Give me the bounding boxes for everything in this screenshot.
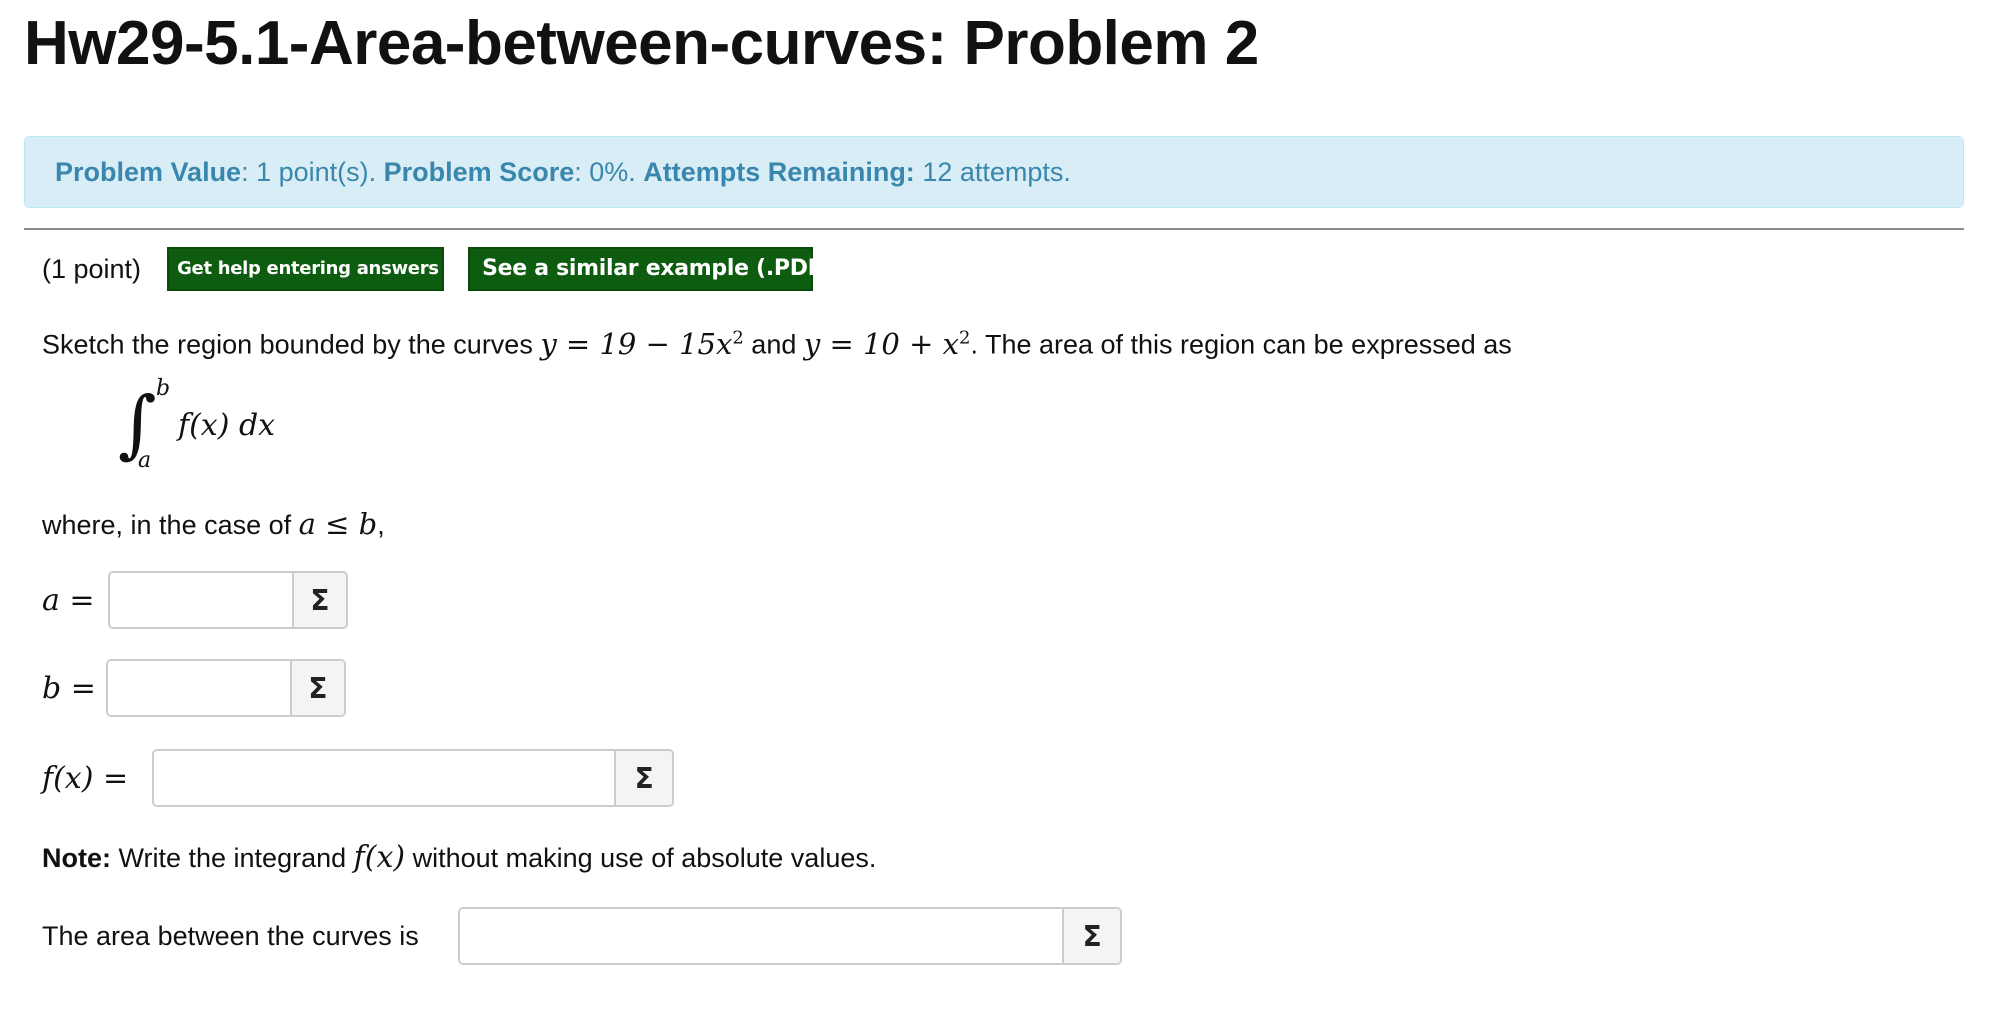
area-input[interactable] [460,909,1063,963]
page-title: Hw29-5.1-Area-between-curves: Problem 2 [24,9,1259,78]
note-line: Note: Write the integrand f(x) without m… [42,838,876,878]
point-value: (1 point) [42,253,142,284]
curve2-exponent: 2 [958,327,971,348]
where-line: where, in the case of a ≤ b, [42,504,385,545]
b-input[interactable] [108,661,290,715]
curve1-math: y = 19 − 15x2 [540,327,743,361]
similar-example-button[interactable]: See a similar example (.PDF) [468,247,832,291]
integral-expression: ∫ b a f(x) dx [118,376,318,480]
curve2-math: y = 10 + x2 [804,327,971,361]
integral-upper-limit: b [156,376,171,401]
note-text-pre: Write the integrand [111,843,354,873]
problem-value-label: Problem Value [55,157,242,187]
statement-and: and [743,329,804,360]
field-area-row: The area between the curves is Σ [42,906,1122,966]
statement-suffix: . The area of this region can be express… [970,329,1512,360]
where-comma: , [377,510,385,540]
field-b-row: b = Σ [42,658,346,718]
field-f-row: f(x) = Σ [42,748,674,808]
field-area-label: The area between the curves is [42,920,419,951]
problem-info-box: Problem Value: 1 point(s). Problem Score… [24,136,1964,208]
problem-value-text: : 1 point(s). [241,157,377,187]
field-a-answer: Σ [108,571,348,629]
sigma-icon[interactable]: Σ [1062,909,1120,963]
curve1-text: y = 19 − 15x [540,326,733,361]
statement-prefix: Sketch the region bounded by the curves [42,329,541,360]
integrand: f(x) dx [178,408,276,443]
help-entering-answers-button[interactable]: Get help entering answers [167,247,445,291]
field-a-row: a = Σ [42,570,348,630]
where-math: a ≤ b [298,507,378,541]
field-f-label: f(x) = [42,760,129,796]
field-area-answer: Σ [458,907,1122,965]
where-text: where, in the case of [42,510,299,540]
sigma-icon[interactable]: Σ [292,573,346,627]
attempts-remaining-label: Attempts Remaining: [643,157,915,187]
problem-score-label: Problem Score [383,157,575,187]
problem-score-text: : 0%. [574,157,636,187]
curve2-text: y = 10 + x [803,326,959,361]
a-input[interactable] [110,573,292,627]
problem-statement: Sketch the region bounded by the curves … [42,318,1512,365]
f-input[interactable] [154,751,615,805]
field-b-label: b = [42,670,96,706]
note-math: f(x) [353,840,406,875]
integral-lower-limit: a [138,448,152,473]
note-label: Note: [42,843,111,873]
curve1-exponent: 2 [732,327,744,348]
field-f-answer: Σ [152,749,674,807]
problem-header-row: (1 point) Get help entering answers See … [42,246,832,292]
sigma-icon[interactable]: Σ [290,661,344,715]
field-a-label: a = [42,582,95,618]
problem-page: Hw29-5.1-Area-between-curves: Problem 2 … [0,0,1989,1017]
field-b-answer: Σ [106,659,346,717]
sigma-icon[interactable]: Σ [614,751,672,805]
attempts-remaining-text: 12 attempts. [922,157,1071,187]
divider [24,228,1964,230]
note-text-post: without making use of absolute values. [405,843,877,873]
